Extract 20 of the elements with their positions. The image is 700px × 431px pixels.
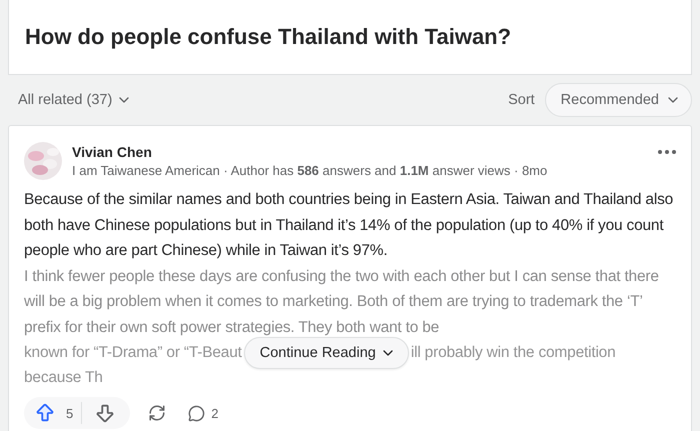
more-options-button[interactable] (658, 150, 676, 154)
comment-button[interactable]: 2 (184, 404, 222, 422)
author-credential: I am Taiwanese American · Author has 586 answers and 1.1M answer views · 8mo (72, 163, 548, 178)
more-options-icon (658, 150, 676, 154)
author-name[interactable]: Vivian Chen (72, 144, 648, 160)
comment-icon (188, 404, 206, 422)
question-title: How do people confuse Thailand with Taiwan? (25, 24, 512, 50)
continue-reading-button[interactable]: Continue Reading (244, 336, 409, 368)
related-filter[interactable]: All related (37) (18, 92, 132, 108)
faded-text: known for “T-Drama” or “T-Beaut (24, 344, 242, 362)
upvote-icon (34, 402, 56, 424)
share-icon (148, 404, 166, 422)
sort-label: Sort (508, 92, 535, 108)
faded-text: ill probably win the competition (410, 344, 616, 362)
downvote-icon (94, 402, 116, 424)
sort-dropdown[interactable]: Recommended (544, 83, 692, 117)
faded-text: because Th (24, 368, 103, 386)
answer-paragraph: I think fewer people these days are confusing the two with each other but I can sense that there will be a big problem when it comes to marketing. Both of them are trying to trademark the ‘T’ prefix for their own soft power strategies. They both want to be (24, 266, 660, 338)
upvote-button[interactable]: 5 (34, 402, 82, 424)
answer-paragraph: Because of the similar names and both countries being in Eastern Asia. Taiwan and Thailand also both have Chinese populations but in Thailand it’s 14% of the population (up to 40% if you count people who are part Chinese) while in Taiwan it’s 97%. (24, 190, 674, 261)
